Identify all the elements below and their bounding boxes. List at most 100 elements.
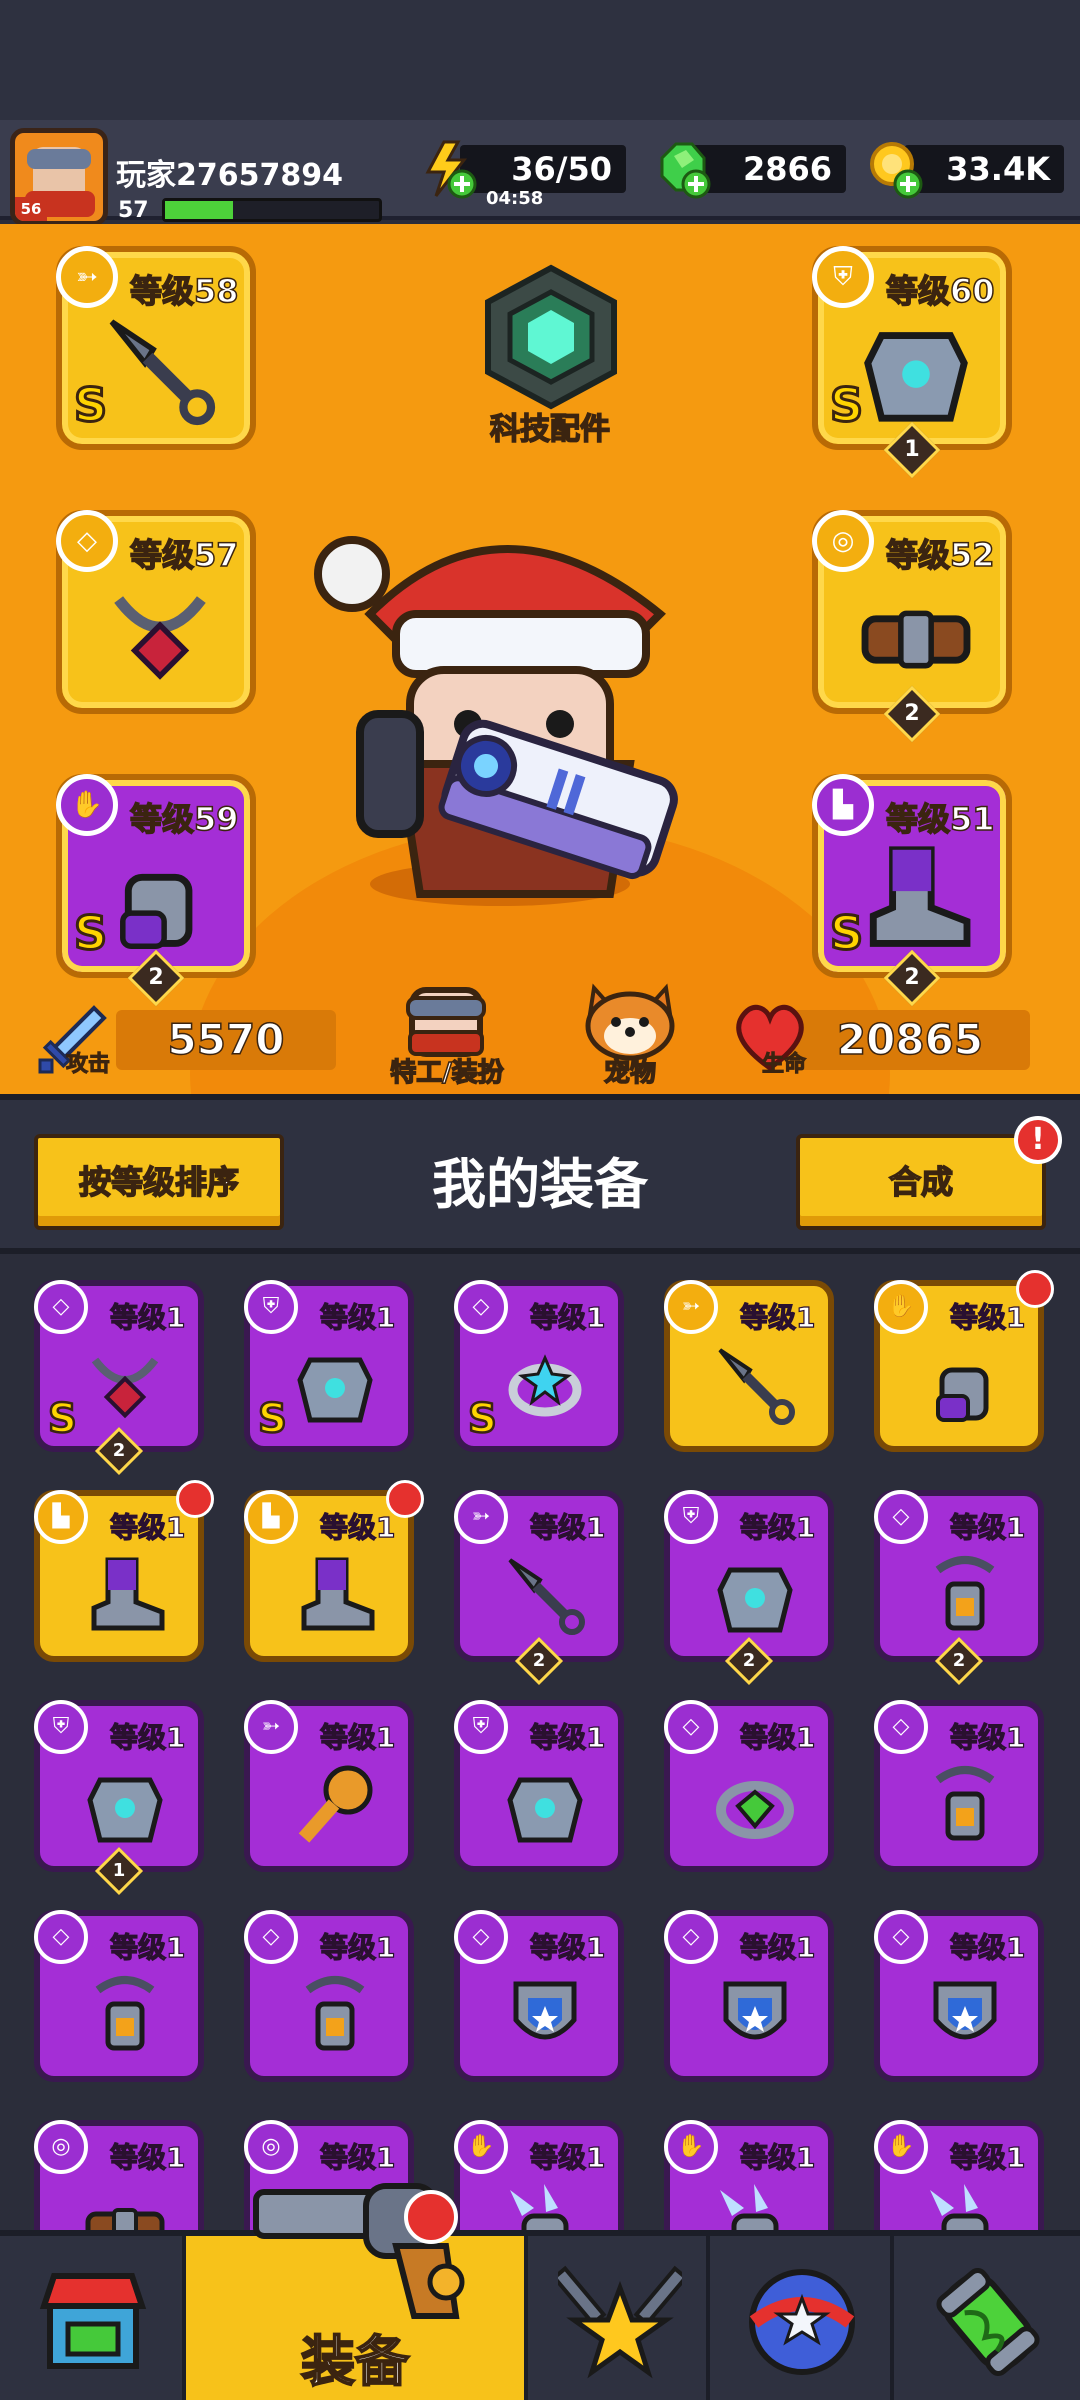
necklace-type-icon: ◇ [664,1910,718,1964]
gear-item-art [120,873,193,949]
kunai-item-art [718,1348,795,1425]
inventory-item[interactable]: ⛨ 等级1 [454,1700,624,1872]
armor-item-art [717,1567,793,1633]
inventory-item[interactable]: ⛨ 等级1 S [244,1280,414,1452]
agent-outfit-label[interactable]: 特工/装扮 [372,1052,522,1089]
player-avatar[interactable]: 56 [10,128,108,226]
armor-item-art [507,1777,583,1843]
inventory-item[interactable]: ◇ 等级1 [244,1910,414,2082]
inventory-item[interactable]: ◇ 等级1 [874,1700,1044,1872]
item-level-label: 等级1 [949,2140,1026,2174]
hp-value: 20865 [790,1010,1030,1070]
pet-icon[interactable] [578,978,682,1062]
inventory-item[interactable]: ▙ 等级1 [34,1480,214,1662]
claw-item-art [720,2184,779,2230]
item-star-badge: 2 [514,1636,564,1686]
armor-type-icon: ⛨ [664,1490,718,1544]
hero-character[interactable] [300,464,740,924]
necklace-type-icon: ◇ [874,1490,928,1544]
gem-plus-icon[interactable] [652,138,714,200]
inventory-item[interactable]: ➳ 等级1 2 [454,1490,624,1686]
necklace-item-art [91,1357,159,1419]
gear-item-art [869,846,971,947]
inventory-grid: ◇ 等级1 S 2 ⛨ 等级1 S ◇ 等级1 S ➳ 等级1 ✋ 等级1 ▙ 等级1 ▙ 等级1 ➳ 等级1 2 ⛨ 等级… [0,1260,1080,2230]
pet-label[interactable]: 宠物 [560,1052,700,1089]
glove-item-art [936,1367,989,1422]
item-level-label: 等级1 [319,1930,396,1964]
inventory-item[interactable]: ◇ 等级1 [664,1910,834,2082]
necklace-type-icon: ◇ [244,1910,298,1964]
inventory-item[interactable]: ➳ 等级1 [244,1700,414,1872]
necklace-icon: ◇ [56,510,118,572]
equipment-toolbar: 按等级排序 我的装备 合成 ! [0,1094,1080,1254]
item-grade: S [47,1395,78,1444]
agent-outfit-icon[interactable] [398,982,494,1062]
nav-tab-battle[interactable] [528,2236,710,2400]
gear-grade: S [828,377,864,434]
inventory-item[interactable]: ✋ 等级1 [874,2120,1044,2230]
gear-slot-left-3[interactable]: ✋ 等级59 S 2 [56,774,256,1007]
item-level-label: 等级1 [109,1720,186,1754]
inventory-item[interactable]: ◇ 等级1 [664,1700,834,1872]
gear-slot-left-1[interactable]: ➳ 等级58 S [56,246,256,450]
nav-tab-shop[interactable] [0,2236,186,2400]
inventory-item[interactable]: ◇ 等级1 2 [874,1490,1044,1686]
gear-level-label: 等级52 [885,535,995,575]
gear-star-count: 2 [148,965,164,990]
new-item-badge [386,1480,424,1518]
glove-type-icon: ✋ [874,2120,928,2174]
inventory-item[interactable]: ◎ 等级1 [34,2120,204,2230]
armor-type-icon: ⛨ [244,1280,298,1334]
player-name: 玩家27657894 [116,158,343,193]
lock-item-art [305,1976,365,2051]
badge-item-art [933,1981,997,2040]
gear-slot-right-2[interactable]: ◎ 等级52 2 [812,510,1012,743]
armor-item-art [297,1357,373,1423]
item-level-label: 等级1 [739,1510,816,1544]
inventory-item[interactable]: ✋ 等级1 [874,1270,1054,1452]
item-grade: S [467,1395,498,1444]
crossed-swords-star-icon [558,2265,682,2379]
inventory-item[interactable]: ◇ 等级1 [34,1910,204,2082]
new-item-badge [176,1480,214,1518]
claw-item-art [510,2184,569,2230]
hero-panel: 科技配件 ➳ 等级58 S ◇ 等级57 ✋ 等级59 S 2 ⛨ 等级60 S 1 ◎ 等级52 2 ▙ 等级… [0,224,1080,1094]
inventory-item[interactable]: ⛨ 等级1 1 [34,1700,204,1896]
nav-tab-equipment[interactable]: 装备 [186,2183,528,2400]
sort-by-level-button[interactable]: 按等级排序 [34,1134,284,1230]
gear-slot-right-1[interactable]: ⛨ 等级60 S 1 [812,246,1012,479]
status-bar [0,0,1080,120]
glove-type-icon: ✋ [874,1280,928,1334]
nav-tab-skills[interactable] [710,2236,894,2400]
inventory-item[interactable]: ◇ 等级1 S 2 [34,1280,204,1476]
gear-star-count: 1 [904,437,920,462]
item-level-label: 等级1 [529,1300,606,1334]
inventory-item[interactable]: ✋ 等级1 [664,2120,834,2230]
tech-parts-button[interactable] [478,264,624,410]
item-level-label: 等级1 [739,2140,816,2174]
item-level-label: 等级1 [739,1720,816,1754]
gear-slot-right-3[interactable]: ▙ 等级51 S 2 [812,774,1012,1007]
lock-item-art [935,1556,995,1631]
energy-plus-icon[interactable] [418,138,480,200]
inventory-item[interactable]: ▙ 等级1 [244,1480,424,1662]
inventory-item[interactable]: ➳ 等级1 [664,1280,834,1452]
item-level-label: 等级1 [109,1930,186,1964]
claw-item-art [930,2184,989,2230]
inventory-item[interactable]: ◇ 等级1 [874,1910,1044,2082]
coin-counter: 33.4K [904,145,1064,193]
merge-button[interactable]: 合成 [796,1134,1046,1230]
nav-tab-lab[interactable] [894,2236,1080,2400]
belt-item-art [85,2208,165,2230]
inventory-item[interactable]: ◇ 等级1 S [454,1280,624,1452]
inventory-item[interactable]: ◇ 等级1 [454,1910,624,2082]
gear-slot-left-2[interactable]: ◇ 等级57 [56,510,256,714]
inventory-item[interactable]: ⛨ 等级1 2 [664,1490,834,1686]
necklace-type-icon: ◇ [454,1910,508,1964]
energy-timer: 04:58 [486,188,544,209]
gear-level-label: 等级59 [129,799,239,839]
weapon-icon: ➳ [56,246,118,308]
inventory-item[interactable]: ✋ 等级1 [454,2120,624,2230]
coin-plus-icon[interactable] [864,138,926,200]
gear-level-label: 等级60 [885,271,995,311]
